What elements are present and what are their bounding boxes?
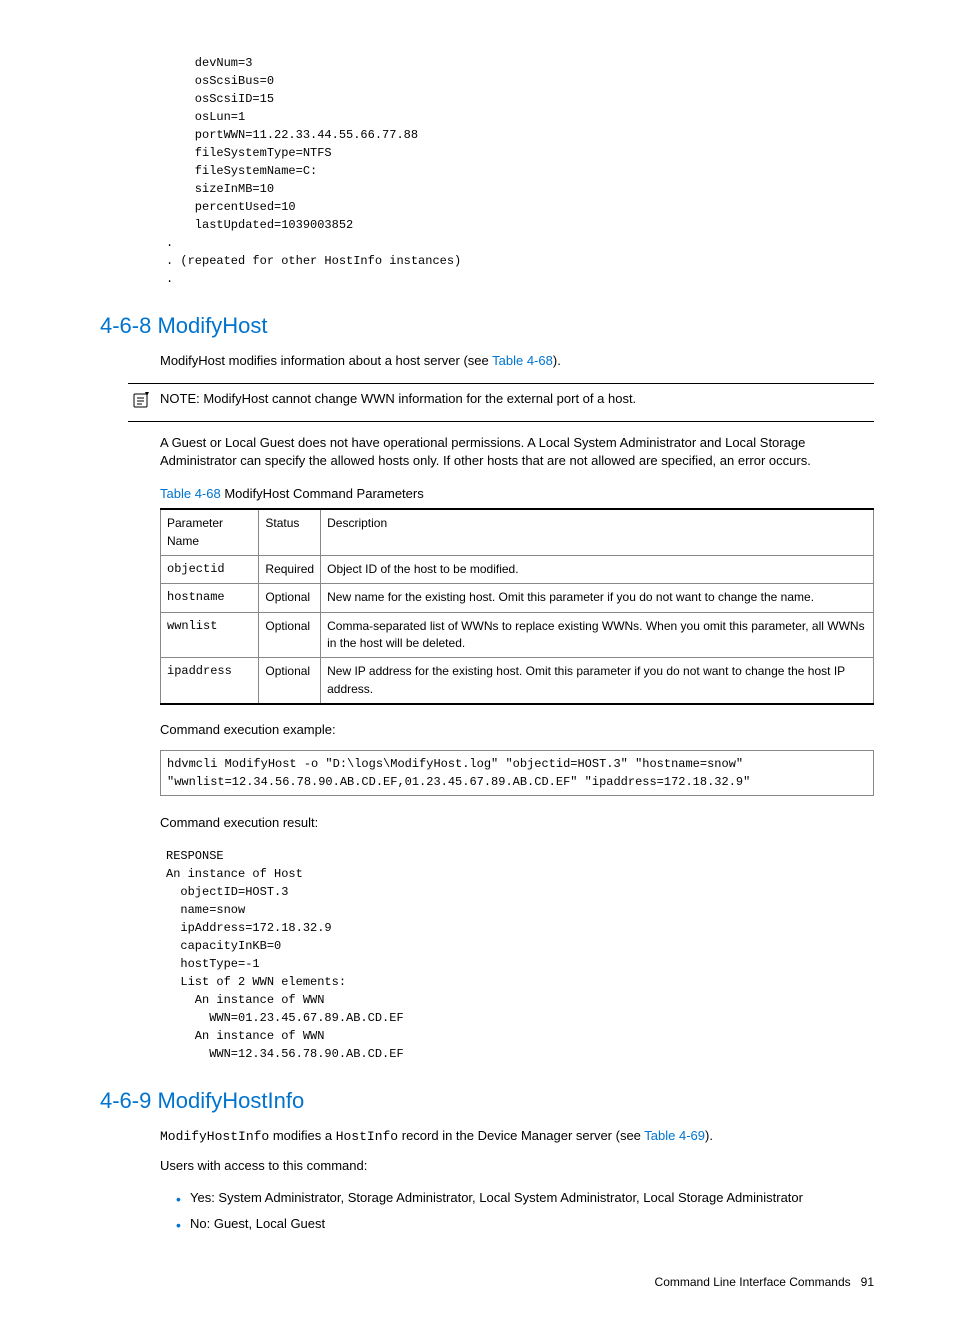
intro-468-before: ModifyHost modifies information about a … [160,353,492,368]
th-param-name: Parameter Name [161,509,259,555]
link-table-469[interactable]: Table 4-69 [644,1128,705,1143]
heading-469: 4-6-9 ModifyHostInfo [100,1085,874,1117]
cell-param: hostname [161,584,259,612]
code-block-top: devNum=3 osScsiBus=0 osScsiID=15 osLun=1… [160,50,874,292]
table-row: wwnlist Optional Comma-separated list of… [161,612,874,658]
intro-468-after: ). [553,353,561,368]
list-item: Yes: System Administrator, Storage Admin… [176,1189,874,1208]
bullet-list-469: Yes: System Administrator, Storage Admin… [160,1189,874,1235]
cell-status: Optional [259,658,321,704]
table-468: Parameter Name Status Description object… [160,508,874,705]
heading-468: 4-6-8 ModifyHost [100,310,874,342]
intro-469-t2: modifies a [269,1128,335,1143]
cell-status: Required [259,555,321,583]
cell-desc: Object ID of the host to be modified. [321,555,874,583]
cell-desc: New name for the existing host. Omit thi… [321,584,874,612]
th-description: Description [321,509,874,555]
intro-468: ModifyHost modifies information about a … [160,352,874,371]
footer-text: Command Line Interface Commands [655,1275,851,1289]
cell-param: ipaddress [161,658,259,704]
cell-status: Optional [259,612,321,658]
table-caption-468: Table 4-68 ModifyHost Command Parameters [160,485,874,504]
users-label-469: Users with access to this command: [160,1157,874,1176]
note-text-468: NOTE: ModifyHost cannot change WWN infor… [160,390,874,409]
intro-469-t4: record in the Device Manager server (see [398,1128,644,1143]
link-table-468[interactable]: Table 4-68 [492,353,553,368]
note-label: NOTE: [160,391,200,406]
exec-example-label: Command execution example: [160,721,874,740]
table-caption-link-468[interactable]: Table 4-68 [160,486,221,501]
table-row: objectid Required Object ID of the host … [161,555,874,583]
note-body: ModifyHost cannot change WWN information… [200,391,636,406]
table-header-row: Parameter Name Status Description [161,509,874,555]
cell-desc: Comma-separated list of WWNs to replace … [321,612,874,658]
th-status: Status [259,509,321,555]
cell-param: wwnlist [161,612,259,658]
list-item: No: Guest, Local Guest [176,1215,874,1234]
page-footer: Command Line Interface Commands 91 [80,1274,874,1291]
footer-page: 91 [861,1275,874,1289]
table-row: hostname Optional New name for the exist… [161,584,874,612]
intro-469: ModifyHostInfo modifies a HostInfo recor… [160,1127,874,1147]
code-exec-result: RESPONSE An instance of Host objectID=HO… [160,843,874,1067]
intro-469-cmd1: ModifyHostInfo [160,1129,269,1144]
table-row: ipaddress Optional New IP address for th… [161,658,874,704]
cell-desc: New IP address for the existing host. Om… [321,658,874,704]
cell-status: Optional [259,584,321,612]
note-468: NOTE: ModifyHost cannot change WWN infor… [128,383,874,422]
cell-param: objectid [161,555,259,583]
intro-469-cmd2: HostInfo [336,1129,398,1144]
exec-result-label: Command execution result: [160,814,874,833]
table-caption-rest-468: ModifyHost Command Parameters [221,486,424,501]
intro-469-t5: ). [705,1128,713,1143]
code-exec-example: hdvmcli ModifyHost -o "D:\logs\ModifyHos… [160,750,874,796]
note-icon [128,391,154,415]
guest-text-468: A Guest or Local Guest does not have ope… [160,434,874,472]
